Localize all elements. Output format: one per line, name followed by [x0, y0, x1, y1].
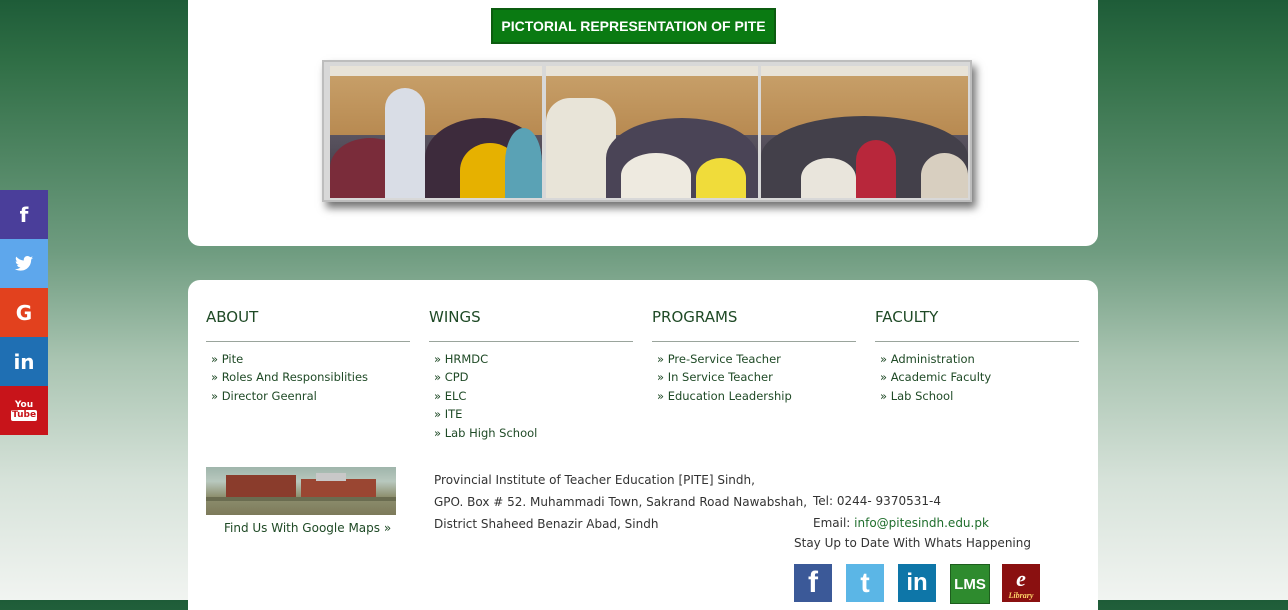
youtube-icon: You Tube	[10, 399, 38, 421]
gallery-photo	[761, 66, 968, 198]
twitter-icon	[15, 252, 33, 276]
column-heading: ABOUT	[206, 308, 259, 326]
column-divider	[429, 341, 633, 342]
footer-link-lab-school[interactable]: » Lab School	[880, 387, 1079, 405]
column-heading: FACULTY	[875, 308, 939, 326]
column-heading: PROGRAMS	[652, 308, 738, 326]
address-line: GPO. Box # 52. Muhammadi Town, Sakrand R…	[434, 495, 808, 509]
footer-column-faculty: FACULTY » Administration » Academic Facu…	[875, 308, 1079, 405]
email-line: Email: info@pitesindh.edu.pk	[813, 512, 989, 534]
gallery-title: PICTORIAL REPRESENTATION OF PITE	[491, 8, 776, 44]
email-label: Email:	[813, 516, 855, 530]
column-divider	[206, 341, 410, 342]
linkedin-share-button[interactable]: in	[0, 337, 48, 386]
photo-slider[interactable]	[322, 60, 972, 202]
linkedin-icon[interactable]: in	[898, 564, 936, 602]
footer-column-programs: PROGRAMS » Pre-Service Teacher » In Serv…	[652, 308, 856, 405]
elibrary-icon[interactable]: e Library	[1002, 564, 1040, 602]
footer-link-roles[interactable]: » Roles And Responsiblities	[211, 368, 410, 386]
address-block: Provincial Institute of Teacher Educatio…	[434, 469, 807, 535]
social-sidebar: f G in You Tube	[0, 190, 48, 435]
lms-icon[interactable]: LMS	[950, 564, 990, 604]
google-icon: G	[15, 300, 33, 325]
gallery-photo	[546, 66, 758, 198]
facebook-icon: f	[19, 202, 29, 227]
column-divider	[875, 341, 1079, 342]
campus-map-image[interactable]	[206, 467, 396, 515]
address-line: District Shaheed Benazir Abad, Sindh	[434, 517, 659, 531]
footer-link-cpd[interactable]: » CPD	[434, 368, 633, 386]
footer-link-in-service[interactable]: » In Service Teacher	[657, 368, 856, 386]
email-link[interactable]: info@pitesindh.edu.pk	[854, 516, 989, 530]
footer-column-about: ABOUT » Pite » Roles And Responsiblities…	[206, 308, 410, 405]
linkedin-icon: in	[13, 349, 35, 374]
google-share-button[interactable]: G	[0, 288, 48, 337]
google-maps-link[interactable]: Find Us With Google Maps »	[224, 521, 391, 535]
footer-column-wings: WINGS » HRMDC » CPD » ELC » ITE » Lab Hi…	[429, 308, 633, 442]
contact-block: Tel: 0244- 9370531-4 Email: info@pitesin…	[813, 490, 989, 534]
footer-link-pite[interactable]: » Pite	[211, 350, 410, 368]
footer-link-director[interactable]: » Director Geenral	[211, 387, 410, 405]
footer-link-pre-service[interactable]: » Pre-Service Teacher	[657, 350, 856, 368]
column-heading: WINGS	[429, 308, 481, 326]
gallery-section: PICTORIAL REPRESENTATION OF PITE	[188, 0, 1098, 246]
twitter-share-button[interactable]	[0, 239, 48, 288]
footer-link-lab-high-school[interactable]: » Lab High School	[434, 424, 633, 442]
gallery-photo	[330, 66, 542, 198]
footer-link-academic-faculty[interactable]: » Academic Faculty	[880, 368, 1079, 386]
footer-link-administration[interactable]: » Administration	[880, 350, 1079, 368]
footer-link-elc[interactable]: » ELC	[434, 387, 633, 405]
footer-link-hrmdc[interactable]: » HRMDC	[434, 350, 633, 368]
site-footer: ABOUT » Pite » Roles And Responsiblities…	[188, 280, 1098, 610]
footer-link-ite[interactable]: » ITE	[434, 405, 633, 423]
address-line: Provincial Institute of Teacher Educatio…	[434, 473, 755, 487]
facebook-icon[interactable]: f	[794, 564, 832, 602]
stay-updated-text: Stay Up to Date With Whats Happening	[794, 536, 1031, 550]
telephone: Tel: 0244- 9370531-4	[813, 494, 941, 508]
footer-link-education-leadership[interactable]: » Education Leadership	[657, 387, 856, 405]
facebook-share-button[interactable]: f	[0, 190, 48, 239]
column-divider	[652, 341, 856, 342]
youtube-share-button[interactable]: You Tube	[0, 386, 48, 435]
twitter-icon[interactable]: t	[846, 564, 884, 602]
